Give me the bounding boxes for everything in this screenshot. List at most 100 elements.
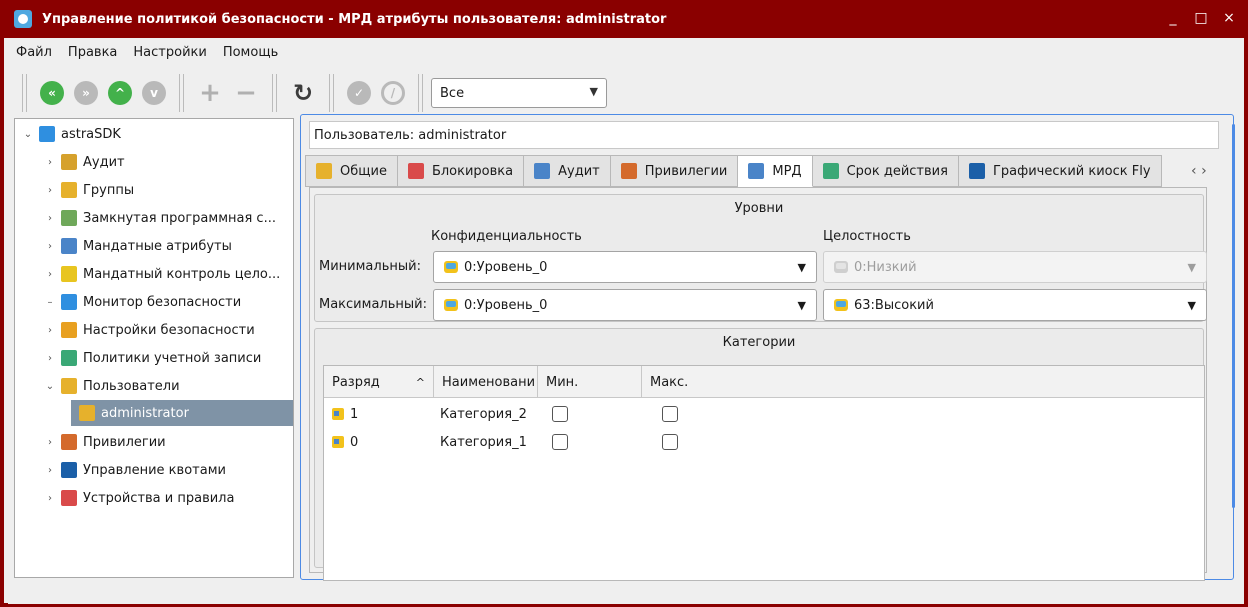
maximize-button[interactable]: □ [1194, 10, 1208, 26]
audit-icon [61, 154, 77, 170]
mrd-tab-content: Уровни Конфиденциальность Целостность Ми… [309, 187, 1207, 581]
tab-general[interactable]: Общие [305, 155, 398, 187]
close-button[interactable]: × [1222, 10, 1236, 26]
general-icon [316, 163, 332, 179]
tab-label: Общие [340, 163, 387, 179]
menu-help[interactable]: Помощь [223, 45, 278, 60]
quota-icon [61, 462, 77, 478]
menu-file[interactable]: Файл [16, 45, 52, 60]
tree-item-groups[interactable]: › Группы [43, 177, 293, 203]
tree-item-label: Группы [83, 182, 135, 198]
max-confidentiality-select[interactable]: 0:Уровень_0 ▼ [433, 289, 817, 321]
apply-icon[interactable]: ✓ [347, 81, 371, 105]
remove-icon[interactable]: − [233, 78, 259, 108]
expand-arrow-icon[interactable]: › [43, 325, 57, 336]
up-icon[interactable]: ^ [108, 81, 132, 105]
expand-arrow-icon[interactable]: › [43, 493, 57, 504]
chevron-left-icon[interactable]: ‹ [1191, 163, 1197, 179]
add-icon[interactable]: + [197, 78, 223, 108]
tree-item-label: Мандатный контроль цело... [83, 266, 281, 282]
min-checkbox[interactable] [552, 434, 568, 450]
refresh-icon[interactable]: ↻ [290, 79, 316, 107]
status-bar [8, 584, 1244, 604]
privileges-icon [620, 163, 637, 179]
tree-item-label: Замкнутая программная с... [83, 210, 276, 226]
tree-item-closed-env[interactable]: › Замкнутая программная с... [43, 205, 293, 231]
table-row[interactable]: 0 Категория_1 [324, 428, 1204, 456]
expand-arrow-icon[interactable]: › [43, 213, 57, 224]
toolbar-separator [329, 74, 334, 112]
column-bit[interactable]: Разряд ^ [324, 366, 434, 398]
max-checkbox[interactable] [662, 406, 678, 422]
menu-edit[interactable]: Правка [68, 45, 117, 60]
tree-item-label: astraSDK [61, 126, 121, 142]
levels-title: Уровни [734, 201, 784, 216]
column-max[interactable]: Макс. [642, 366, 1202, 398]
chevron-right-icon[interactable]: › [1201, 163, 1207, 179]
max-integrity-select[interactable]: 63:Высокий ▼ [823, 289, 1207, 321]
expand-arrow-icon[interactable]: › [43, 269, 57, 280]
expand-arrow-icon[interactable]: › [43, 465, 57, 476]
chevron-down-icon: ▼ [797, 261, 806, 274]
tree-item-astrasdk[interactable]: ⌄ astraSDK [21, 121, 291, 147]
app-icon [14, 10, 32, 28]
user-field: Пользователь: administrator [309, 121, 1219, 149]
expand-arrow-icon[interactable]: › [43, 157, 57, 168]
first-icon[interactable]: « [40, 81, 64, 105]
cancel-icon[interactable]: / [381, 81, 405, 105]
column-name[interactable]: Наименовани [434, 366, 538, 398]
tree-item-devices[interactable]: › Устройства и правила [43, 485, 293, 511]
privileges-icon [61, 434, 77, 450]
collapse-arrow-icon[interactable]: ⌄ [43, 381, 57, 392]
table-row[interactable]: 1 Категория_2 [324, 400, 1204, 428]
devices-icon [61, 490, 77, 506]
tab-kiosk[interactable]: Графический киоск Fly [958, 155, 1162, 187]
vertical-scrollbar[interactable] [1232, 124, 1235, 508]
max-checkbox[interactable] [662, 434, 678, 450]
expiry-icon [822, 163, 839, 179]
min-checkbox[interactable] [552, 406, 568, 422]
select-value: 0:Уровень_0 [464, 297, 548, 313]
tree-item-mandatory-attributes[interactable]: › Мандатные атрибуты [43, 233, 293, 259]
chevron-down-icon: ▼ [1187, 261, 1196, 274]
chevron-down-icon: ▼ [589, 85, 598, 98]
expand-arrow-icon[interactable]: › [43, 353, 57, 364]
tab-label: Аудит [558, 163, 600, 179]
tree-item-integrity-control[interactable]: › Мандатный контроль цело... [43, 261, 293, 287]
groups-icon [61, 182, 77, 198]
tab-privileges[interactable]: Привилегии [610, 155, 739, 187]
min-confidentiality-select[interactable]: 0:Уровень_0 ▼ [433, 251, 817, 283]
tree-item-security-settings[interactable]: › Настройки безопасности [43, 317, 293, 343]
tab-mrd[interactable]: МРД [738, 155, 813, 187]
tree-item-quota[interactable]: › Управление квотами [43, 457, 293, 483]
expand-arrow-icon[interactable]: › [43, 437, 57, 448]
expand-arrow-icon[interactable]: › [43, 241, 57, 252]
last-icon[interactable]: » [74, 81, 98, 105]
user-icon [79, 405, 95, 421]
minimize-button[interactable]: _ [1166, 10, 1180, 26]
collapse-arrow-icon[interactable]: ⌄ [21, 129, 35, 140]
down-icon[interactable]: v [142, 81, 166, 105]
toolbar-separator [272, 74, 277, 112]
column-min[interactable]: Мин. [538, 366, 642, 398]
row-bit: 1 [350, 406, 359, 422]
tree-item-audit[interactable]: › Аудит [43, 149, 293, 175]
tree-item-account-policy[interactable]: › Политики учетной записи [43, 345, 293, 371]
tree-item-security-monitor[interactable]: – Монитор безопасности [43, 289, 293, 315]
tree-item-privileges[interactable]: › Привилегии [43, 429, 293, 455]
tab-audit[interactable]: Аудит [524, 155, 611, 187]
tab-label: Привилегии [644, 163, 728, 179]
tree-item-users[interactable]: ⌄ Пользователи [43, 373, 293, 399]
expand-arrow-icon[interactable]: › [43, 185, 57, 196]
menu-settings[interactable]: Настройки [133, 45, 206, 60]
tree-item-administrator[interactable]: administrator [71, 400, 293, 426]
tab-expiry[interactable]: Срок действия [812, 155, 959, 187]
filter-combobox[interactable]: Все ▼ [431, 78, 607, 108]
tab-bar: Общие Блокировка Аудит Привилегии МРД Ср… [301, 155, 1162, 187]
tab-lock[interactable]: Блокировка [397, 155, 525, 187]
column-header-label: Макс. [650, 374, 689, 390]
filter-value: Все [440, 85, 465, 101]
lock-icon [407, 163, 424, 179]
title-bar: Управление политикой безопасности - МРД … [4, 0, 1244, 38]
table-header: Разряд ^ Наименовани Мин. Макс. [324, 366, 1204, 398]
